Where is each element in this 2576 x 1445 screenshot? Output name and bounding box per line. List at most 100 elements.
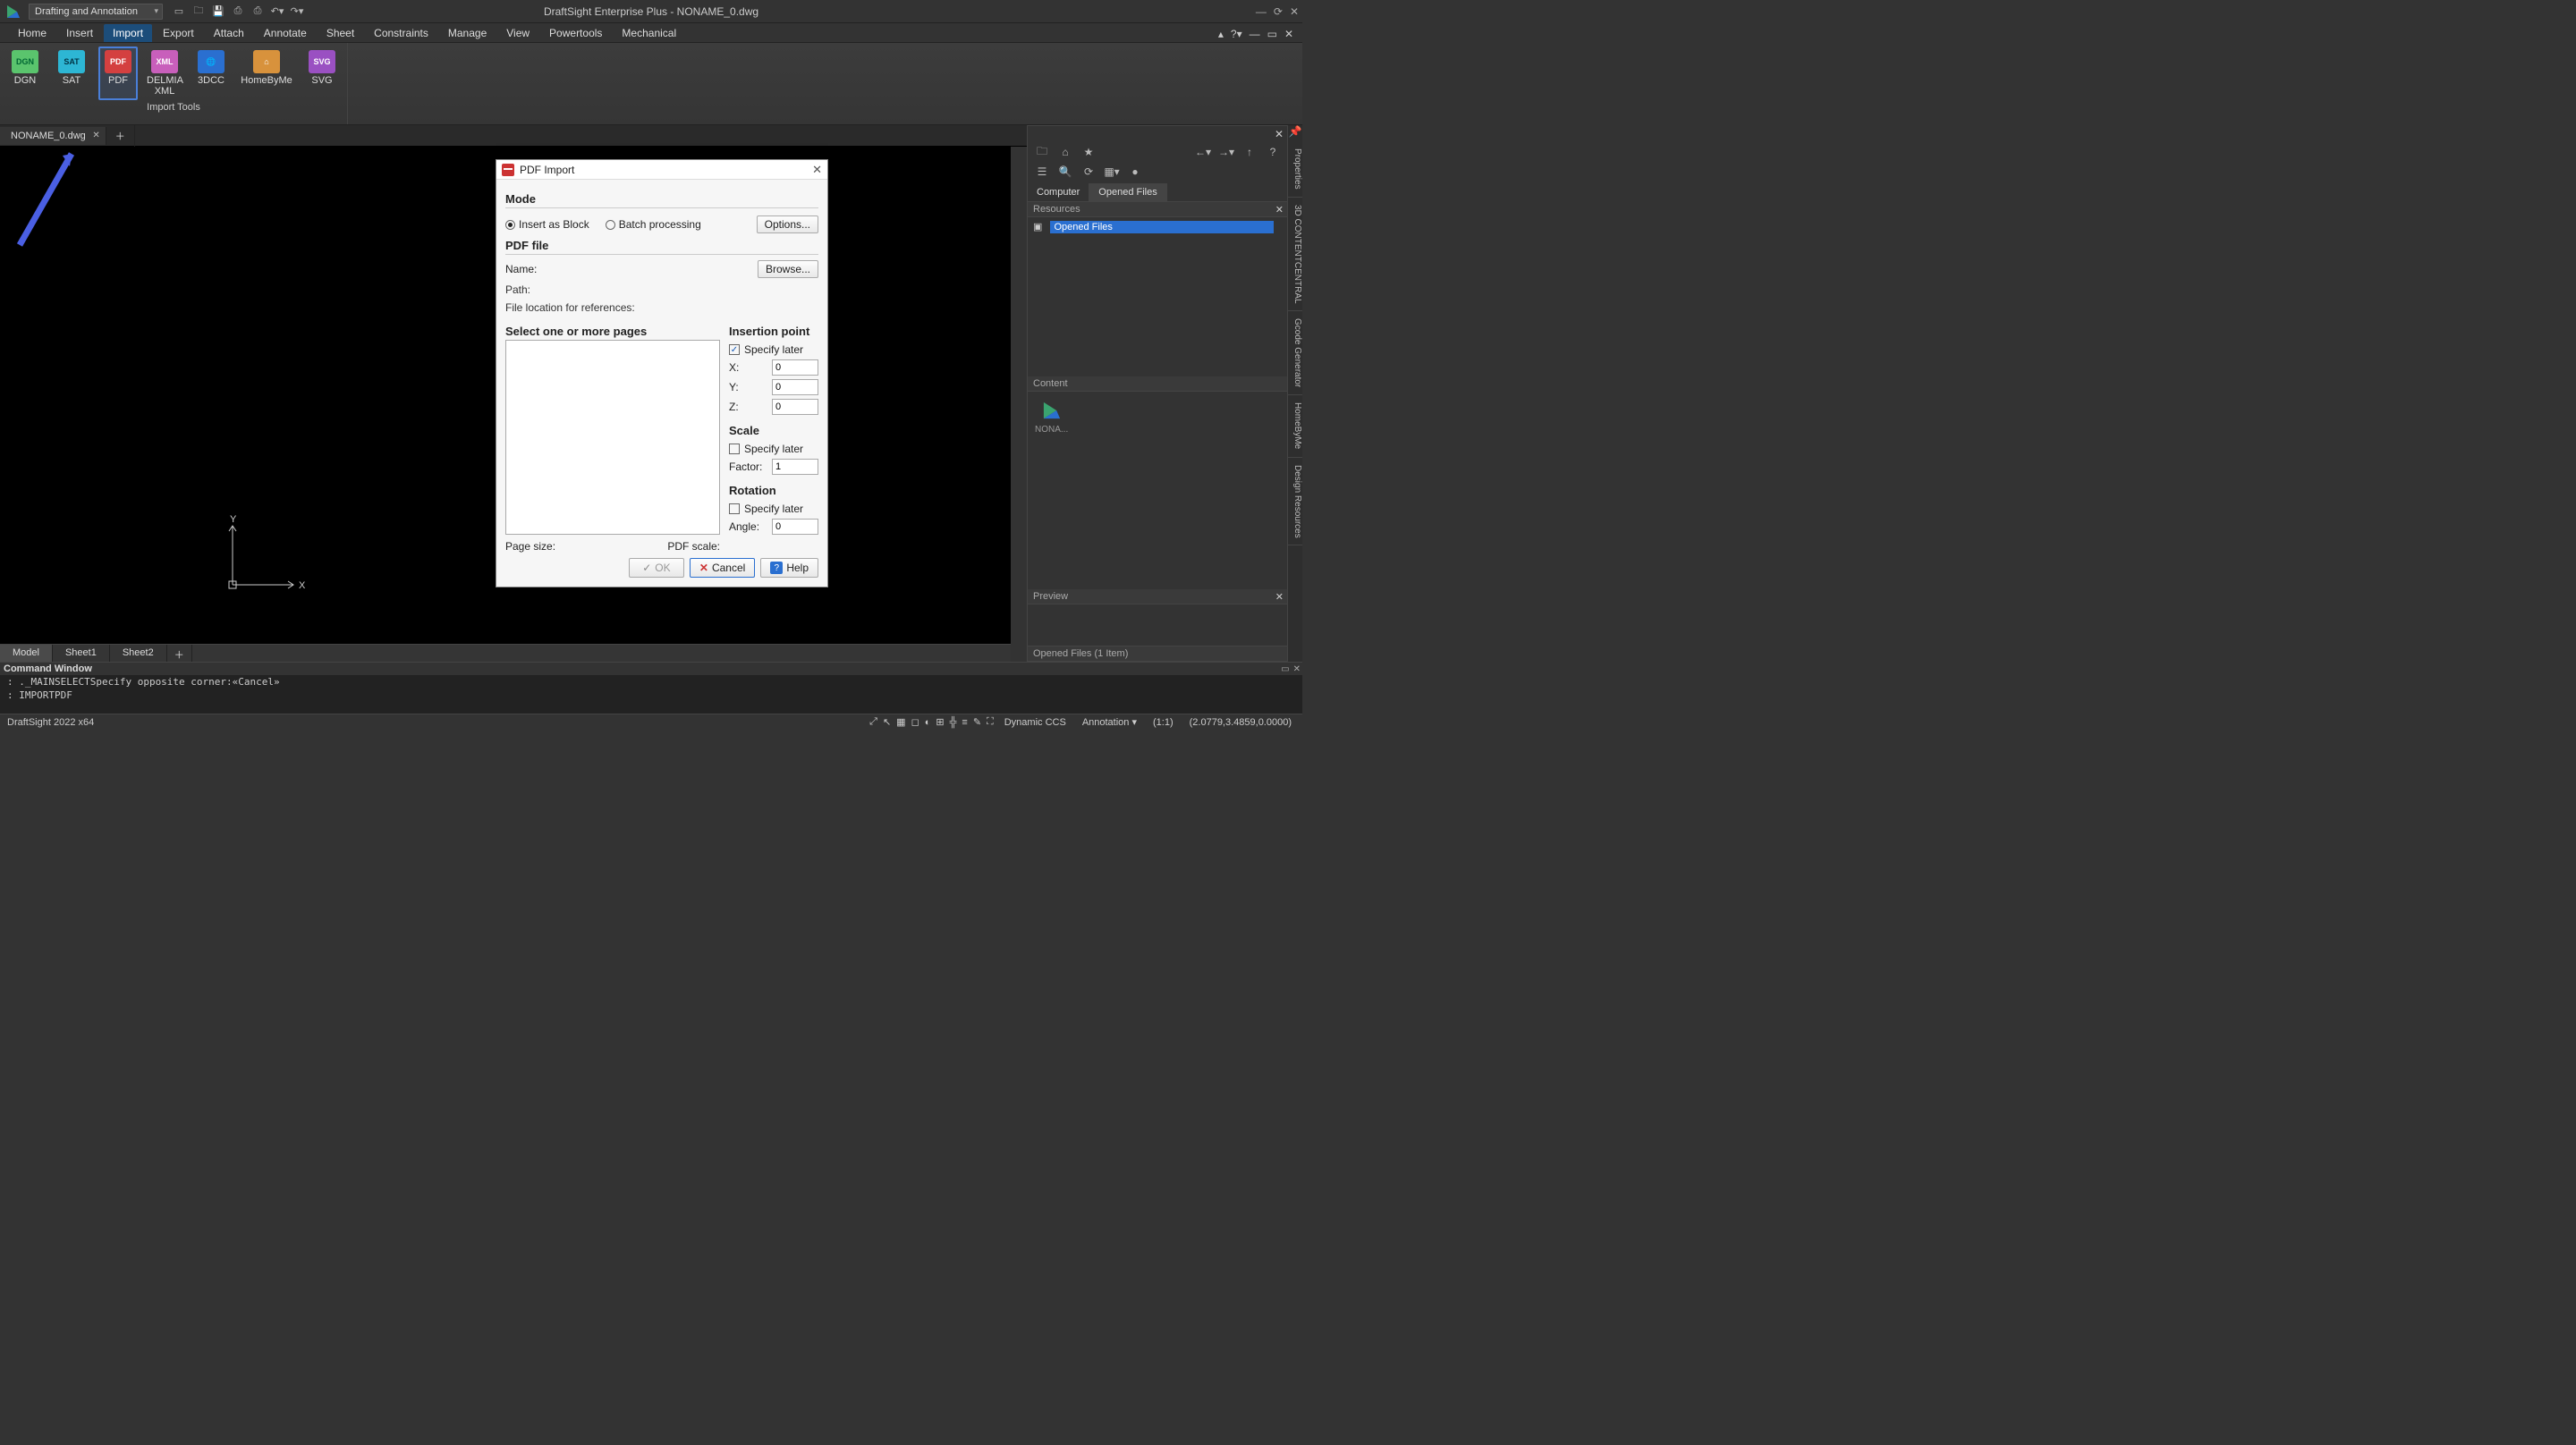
tab-opened-files[interactable]: Opened Files: [1089, 183, 1166, 201]
dynccs-icon[interactable]: ⛶: [987, 716, 994, 728]
edge-tab-properties[interactable]: Properties: [1288, 141, 1302, 198]
tree-icon[interactable]: ☰: [1033, 164, 1051, 180]
tab-constraints[interactable]: Constraints: [365, 24, 437, 42]
ortho-icon[interactable]: ◻: [911, 716, 919, 728]
tree-node-opened-files[interactable]: Opened Files: [1050, 221, 1274, 233]
saveall-icon[interactable]: ⎙: [231, 4, 245, 19]
factor-input[interactable]: [772, 459, 818, 475]
import-delmia-xml-button[interactable]: XMLDELMIA XML: [145, 46, 184, 100]
tab-export[interactable]: Export: [154, 24, 203, 42]
edge-tab-homebyme[interactable]: HomeByMe: [1288, 395, 1302, 457]
x-input[interactable]: [772, 359, 818, 376]
edge-tab-gcode[interactable]: Gcode Generator: [1288, 311, 1302, 395]
window-minimize-icon[interactable]: —: [1256, 5, 1267, 18]
tab-view[interactable]: View: [497, 24, 538, 42]
forward-icon[interactable]: →▾: [1217, 144, 1235, 160]
section-close-icon[interactable]: ✕: [1275, 204, 1284, 215]
import-sat-button[interactable]: SATSAT: [52, 46, 91, 100]
window-refresh-icon[interactable]: ⟳: [1274, 5, 1283, 18]
save-icon[interactable]: 💾: [211, 4, 225, 19]
import-homebyme-button[interactable]: ⌂HomeByMe: [238, 46, 295, 100]
tab-manage[interactable]: Manage: [439, 24, 496, 42]
y-input[interactable]: [772, 379, 818, 395]
rotation-specify-later-check[interactable]: Specify later: [729, 503, 818, 515]
cursor-icon[interactable]: ↖: [883, 716, 891, 728]
scale-specify-later-check[interactable]: Specify later: [729, 443, 818, 455]
layout-tab-model[interactable]: Model: [0, 645, 53, 662]
scale-selector[interactable]: Annotation ▾: [1077, 716, 1142, 728]
tab-powertools[interactable]: Powertools: [540, 24, 611, 42]
import-3dcc-button[interactable]: 🌐3DCC: [191, 46, 231, 100]
record-icon[interactable]: ●: [1126, 164, 1144, 180]
ribbon-collapse-icon[interactable]: ▴: [1218, 28, 1224, 40]
tab-sheet[interactable]: Sheet: [318, 24, 363, 42]
radio-insert-block[interactable]: Insert as Block: [505, 218, 589, 231]
tab-insert[interactable]: Insert: [57, 24, 102, 42]
polar-icon[interactable]: ◐: [925, 717, 931, 728]
insertion-specify-later-check[interactable]: ✓Specify later: [729, 343, 818, 356]
browse-button[interactable]: Browse...: [758, 260, 818, 278]
panel-close-icon[interactable]: ✕: [1275, 128, 1284, 140]
dialog-close-icon[interactable]: ✕: [812, 163, 822, 177]
command-input-line[interactable]: : IMPORTPDF: [0, 689, 1302, 702]
tab-home[interactable]: Home: [9, 24, 55, 42]
print-icon[interactable]: ⎙: [250, 4, 265, 19]
home-icon[interactable]: ⌂: [1056, 144, 1074, 160]
resources-tree[interactable]: ▣ Opened Files: [1028, 217, 1287, 376]
content-area[interactable]: NONA...: [1028, 392, 1287, 589]
doc-restore-icon[interactable]: ▭: [1267, 28, 1277, 40]
pages-listbox[interactable]: [505, 340, 720, 535]
workspace-selector[interactable]: Drafting and Annotation: [29, 4, 163, 20]
grid-icon[interactable]: ▦: [896, 716, 905, 728]
tab-attach[interactable]: Attach: [205, 24, 253, 42]
back-icon[interactable]: ←▾: [1194, 144, 1212, 160]
cancel-button[interactable]: ✕Cancel: [690, 558, 755, 578]
search-icon[interactable]: 🔍: [1056, 164, 1074, 180]
redo-icon[interactable]: ↷▾: [290, 4, 304, 19]
snapmode-icon[interactable]: ⤢: [869, 716, 877, 728]
options-button[interactable]: Options...: [757, 215, 818, 233]
ccs-selector[interactable]: Dynamic CCS: [999, 717, 1072, 728]
otrack-icon[interactable]: ╬: [950, 717, 957, 728]
cmd-close-icon[interactable]: ✕: [1293, 664, 1301, 674]
new-file-icon[interactable]: ▭: [172, 4, 186, 19]
doc-min-icon[interactable]: —: [1250, 28, 1260, 40]
view-mode-icon[interactable]: ▦▾: [1103, 164, 1121, 180]
import-svg-button[interactable]: SVGSVG: [302, 46, 342, 100]
document-tab[interactable]: NONAME_0.dwg ✕: [0, 127, 106, 145]
content-item[interactable]: NONA...: [1035, 399, 1068, 435]
cmd-restore-icon[interactable]: ▭: [1281, 664, 1289, 674]
edge-tab-3dcontentcentral[interactable]: 3D CONTENTCENTRAL: [1288, 198, 1302, 312]
anno-icon[interactable]: ✎: [973, 716, 981, 728]
favorite-icon[interactable]: ★: [1080, 144, 1097, 160]
tab-computer[interactable]: Computer: [1028, 183, 1089, 201]
import-pdf-button[interactable]: PDFPDF: [98, 46, 138, 100]
tab-annotate[interactable]: Annotate: [255, 24, 316, 42]
import-dgn-button[interactable]: DGNDGN: [5, 46, 45, 100]
edge-tab-design-resources[interactable]: Design Resources: [1288, 458, 1302, 546]
layout-tab-sheet1[interactable]: Sheet1: [53, 645, 110, 662]
tab-mechanical[interactable]: Mechanical: [613, 24, 685, 42]
window-close-icon[interactable]: ✕: [1290, 5, 1299, 18]
help-button[interactable]: ?Help: [760, 558, 818, 578]
osnap-icon[interactable]: ⊞: [936, 716, 944, 728]
open-file-icon[interactable]: 🗀: [191, 4, 206, 19]
undo-icon[interactable]: ↶▾: [270, 4, 284, 19]
new-tab-button[interactable]: ＋: [106, 125, 135, 147]
doc-close-icon[interactable]: ✕: [1284, 28, 1293, 40]
z-input[interactable]: [772, 399, 818, 415]
tab-import[interactable]: Import: [104, 24, 152, 42]
preview-close-icon[interactable]: ✕: [1275, 591, 1284, 603]
help-dropdown-icon[interactable]: ?▾: [1231, 28, 1242, 40]
dialog-titlebar[interactable]: PDF Import ✕: [496, 160, 827, 180]
tab-close-icon[interactable]: ✕: [92, 131, 99, 140]
up-icon[interactable]: ↑: [1241, 144, 1258, 160]
refresh-icon[interactable]: ⟳: [1080, 164, 1097, 180]
layout-tab-sheet2[interactable]: Sheet2: [110, 645, 167, 662]
pin-icon[interactable]: 📌: [1288, 125, 1302, 141]
folder-icon[interactable]: 🗀: [1033, 144, 1051, 160]
angle-input[interactable]: [772, 519, 818, 535]
ok-button[interactable]: ✓OK: [629, 558, 684, 578]
lineweight-icon[interactable]: ≡: [962, 717, 967, 728]
help-icon[interactable]: ?: [1264, 144, 1282, 160]
